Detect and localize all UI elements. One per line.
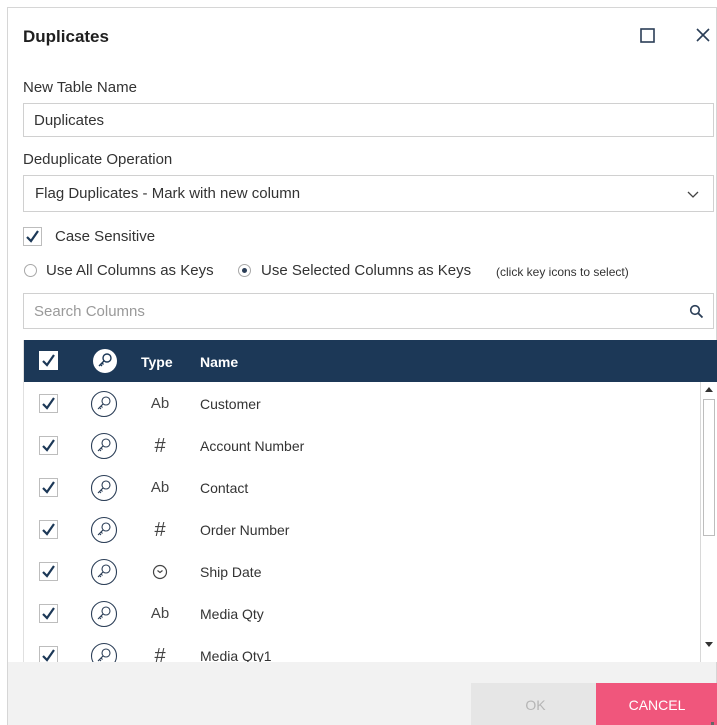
- key-toggle-icon[interactable]: [90, 516, 118, 544]
- select-all-checkbox[interactable]: [39, 351, 58, 370]
- table-row: # Order Number: [24, 508, 700, 550]
- column-name: Account Number: [200, 438, 305, 454]
- checkmark-icon: [42, 481, 55, 494]
- row-checkbox[interactable]: [39, 394, 58, 413]
- column-name: Ship Date: [200, 564, 262, 580]
- dedup-operation-label: Deduplicate Operation: [23, 151, 173, 168]
- title-bar: Duplicates: [8, 8, 716, 64]
- type-column-header[interactable]: Type: [141, 354, 173, 370]
- column-name: Customer: [200, 396, 261, 412]
- row-checkbox[interactable]: [39, 604, 58, 623]
- use-selected-columns-radio[interactable]: [238, 264, 251, 277]
- grid-rows: Ab Customer # Account Number Ab Contact …: [24, 382, 700, 662]
- column-name: Media Qty: [200, 606, 264, 622]
- table-row: Ab Media Qty: [24, 592, 700, 634]
- key-toggle-icon[interactable]: [90, 642, 118, 662]
- search-input[interactable]: [24, 294, 674, 328]
- key-toggle-icon[interactable]: [90, 432, 118, 460]
- key-select-hint: (click key icons to select): [496, 265, 629, 279]
- cancel-button[interactable]: CANCEL: [596, 683, 717, 725]
- type-text-indicator: Ab: [150, 605, 170, 622]
- case-sensitive-checkbox[interactable]: [23, 227, 42, 246]
- table-row: # Account Number: [24, 424, 700, 466]
- row-checkbox[interactable]: [39, 436, 58, 455]
- checkmark-icon: [42, 649, 55, 662]
- table-row: # Media Qty1: [24, 634, 700, 662]
- type-number-indicator: #: [154, 645, 166, 662]
- column-name: Order Number: [200, 522, 290, 538]
- dedup-operation-select[interactable]: Flag Duplicates - Mark with new column: [23, 175, 714, 212]
- row-checkbox[interactable]: [39, 562, 58, 581]
- grid-scrollbar[interactable]: [700, 382, 717, 662]
- table-row: Ab Customer: [24, 382, 700, 424]
- clock-icon: [152, 564, 168, 580]
- checkmark-icon: [42, 523, 55, 536]
- chevron-down-icon: [687, 191, 699, 198]
- column-name: Contact: [200, 480, 249, 496]
- row-checkbox[interactable]: [39, 520, 58, 539]
- search-box: [23, 293, 714, 329]
- dedup-operation-value: Flag Duplicates - Mark with new column: [35, 185, 301, 202]
- scroll-up-arrow-icon[interactable]: [705, 387, 713, 392]
- type-number-indicator: #: [154, 435, 166, 457]
- type-number-indicator: #: [154, 519, 166, 541]
- type-text-indicator: Ab: [150, 395, 170, 412]
- key-toggle-icon[interactable]: [90, 600, 118, 628]
- table-row: Ship Date: [24, 550, 700, 592]
- close-icon[interactable]: [695, 27, 711, 43]
- checkmark-icon: [42, 439, 55, 452]
- scrollbar-thumb[interactable]: [703, 399, 715, 536]
- checkmark-icon: [42, 565, 55, 578]
- type-text-indicator: Ab: [150, 479, 170, 496]
- case-sensitive-label: Case Sensitive: [55, 228, 156, 245]
- row-checkbox[interactable]: [39, 646, 58, 662]
- checkmark-icon: [42, 354, 55, 367]
- row-checkbox[interactable]: [39, 478, 58, 497]
- table-name-input[interactable]: [23, 103, 714, 137]
- checkmark-icon: [42, 607, 55, 620]
- table-name-label: New Table Name: [23, 79, 137, 96]
- columns-grid: Type Name Ab Customer # Account Number A…: [23, 340, 717, 662]
- grid-header: Type Name: [24, 340, 717, 382]
- key-toggle-icon[interactable]: [90, 390, 118, 418]
- use-all-columns-radio[interactable]: [24, 264, 37, 277]
- checkmark-icon: [42, 397, 55, 410]
- maximize-icon[interactable]: [640, 28, 655, 43]
- checkmark-icon: [26, 230, 39, 243]
- dialog-footer: OK CANCEL: [8, 662, 717, 725]
- dialog-title: Duplicates: [23, 27, 109, 46]
- key-toggle-icon[interactable]: [90, 558, 118, 586]
- use-selected-columns-label: Use Selected Columns as Keys: [261, 262, 472, 279]
- search-icon[interactable]: [689, 304, 704, 319]
- scroll-down-arrow-icon[interactable]: [705, 642, 713, 647]
- table-row: Ab Contact: [24, 466, 700, 508]
- key-toggle-icon[interactable]: [90, 474, 118, 502]
- column-name: Media Qty1: [200, 648, 272, 662]
- duplicates-dialog: Duplicates New Table Name Deduplicate Op…: [7, 7, 717, 725]
- key-header-icon[interactable]: [92, 348, 118, 374]
- use-all-columns-label: Use All Columns as Keys: [46, 262, 214, 279]
- name-column-header[interactable]: Name: [200, 354, 238, 370]
- ok-button[interactable]: OK: [471, 683, 600, 725]
